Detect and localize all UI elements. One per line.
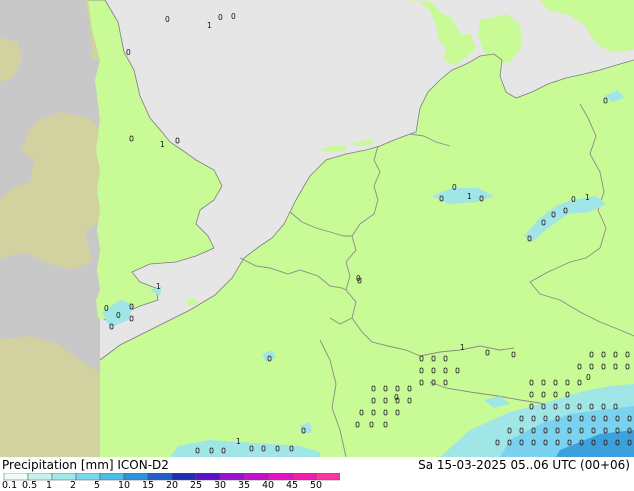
scale-swatch xyxy=(291,473,317,481)
scale-swatch xyxy=(75,473,101,481)
grid-label: 0 xyxy=(586,373,591,382)
scale-swatch xyxy=(99,473,125,481)
grid-label: 1 xyxy=(467,192,472,201)
grid-label: 0 xyxy=(571,195,576,204)
grid-label: 0 xyxy=(116,311,121,320)
scale-tick-label: 0.5 xyxy=(22,480,38,491)
grid-label: 1 xyxy=(156,282,161,291)
scale-tick-label: 15 xyxy=(142,480,155,491)
grid-label: 0 xyxy=(165,15,170,24)
precipitation-map: 0 1 0 0 1 0 0 1 1 0 0 1 0 0 1 0 0 1 xyxy=(0,0,634,457)
scale-tick-label: 35 xyxy=(238,480,251,491)
scale-swatch xyxy=(315,473,340,481)
map-title: Precipitation [mm] ICON-D2 xyxy=(2,458,169,472)
scale-tick-label: 50 xyxy=(310,480,323,491)
scale-tick-label: 5 xyxy=(94,480,101,491)
scale-tick-label: 2 xyxy=(70,480,77,491)
scale-tick-label: 30 xyxy=(214,480,227,491)
scale-tick-label: 40 xyxy=(262,480,275,491)
grid-label: 0 xyxy=(231,12,236,21)
grid-label: 0 xyxy=(104,304,109,313)
map-timestamp: Sa 15-03-2025 05..06 UTC (00+06) xyxy=(418,458,630,472)
grid-label: 0 xyxy=(218,13,223,22)
scale-tick-label: 25 xyxy=(190,480,203,491)
scale-swatch xyxy=(171,473,197,481)
grid-label: 0 xyxy=(452,183,457,192)
scale-tick-label: 20 xyxy=(166,480,179,491)
scale-swatch xyxy=(219,473,245,481)
grid-label: 0 xyxy=(126,48,131,57)
grid-label: 1 xyxy=(160,140,165,149)
grid-label: 1 xyxy=(460,343,465,352)
scale-swatch xyxy=(27,473,53,481)
map-footer: Precipitation [mm] ICON-D2 Sa 15-03-2025… xyxy=(0,457,634,491)
scale-tick-label: 1 xyxy=(46,480,53,491)
grid-label: 0 xyxy=(394,393,399,402)
scale-tick-label: 45 xyxy=(286,480,299,491)
scale-swatch xyxy=(243,473,269,481)
scale-swatch xyxy=(51,473,77,481)
scale-tick-label: 0.1 xyxy=(2,480,18,491)
scale-swatch xyxy=(267,473,293,481)
grid-label: 1 xyxy=(207,21,212,30)
scale-tick-label: 10 xyxy=(118,480,131,491)
grid-label: 1 xyxy=(236,437,241,446)
scale-swatch xyxy=(195,473,221,481)
scale-swatch xyxy=(147,473,173,481)
scale-swatch xyxy=(123,473,149,481)
scale-swatch xyxy=(3,473,29,481)
grid-label: 1 xyxy=(585,193,590,202)
